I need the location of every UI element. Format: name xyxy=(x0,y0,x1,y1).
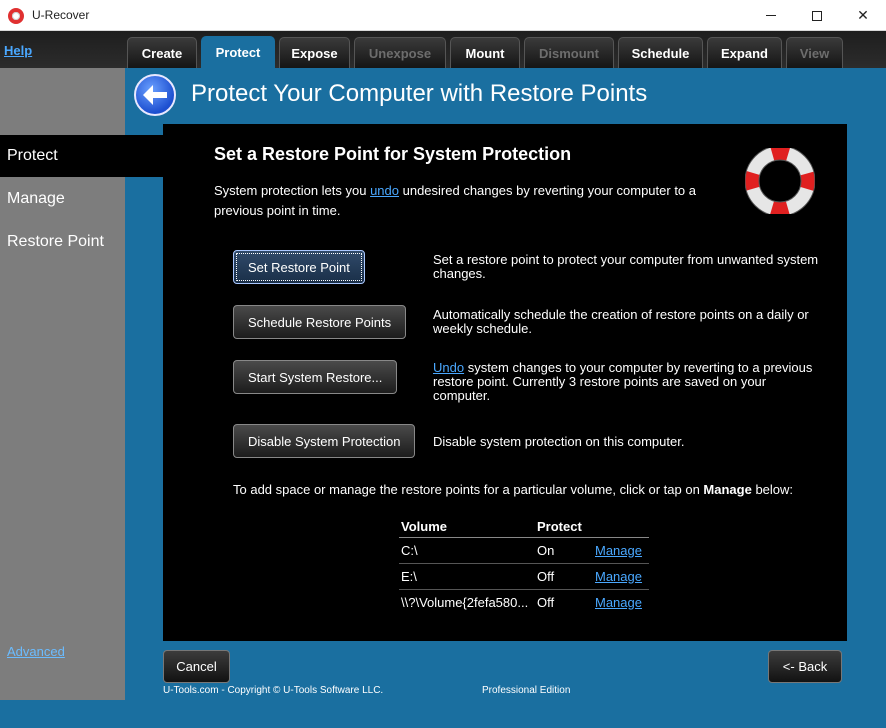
manage-note-pre: To add space or manage the restore point… xyxy=(233,482,704,497)
schedule-restore-points-desc: Automatically schedule the creation of r… xyxy=(433,307,809,336)
close-icon: ✕ xyxy=(857,7,869,24)
schedule-restore-points-button[interactable]: Schedule Restore Points xyxy=(233,305,407,339)
page-title: Protect Your Computer with Restore Point… xyxy=(191,80,648,107)
manage-note: To add space or manage the restore point… xyxy=(233,482,793,497)
tab-bar: Help Create Protect Expose Unexpose Moun… xyxy=(0,31,886,68)
back-arrow-icon xyxy=(143,85,167,105)
sidebar: Protect Manage Restore Point Advanced xyxy=(0,68,163,700)
tab-dismount[interactable]: Dismount xyxy=(524,37,614,68)
manage-link[interactable]: Manage xyxy=(595,543,642,558)
copyright-text: U-Tools.com - Copyright © U-Tools Softwa… xyxy=(163,685,384,696)
back-button[interactable]: <- Back xyxy=(768,650,842,683)
tab-expand[interactable]: Expand xyxy=(707,37,782,68)
tab-unexpose[interactable]: Unexpose xyxy=(354,37,446,68)
volume-cell: \\?\Volume{2fefa580... xyxy=(401,595,529,610)
sidebar-item-protect[interactable]: Protect xyxy=(0,135,163,177)
app-lifebuoy-icon xyxy=(8,8,24,24)
advanced-link[interactable]: Advanced xyxy=(7,644,65,659)
tab-view[interactable]: View xyxy=(786,37,843,68)
sidebar-item-restore-point[interactable]: Restore Point xyxy=(0,221,125,263)
intro-text: System protection lets you undo undesire… xyxy=(214,181,734,221)
start-system-restore-button[interactable]: Start System Restore... xyxy=(233,360,398,394)
manage-link[interactable]: Manage xyxy=(595,595,642,610)
undo-link[interactable]: undo xyxy=(370,183,399,198)
protect-cell: Off xyxy=(537,595,555,610)
tab-expose[interactable]: Expose xyxy=(279,37,350,68)
manage-link[interactable]: Manage xyxy=(595,569,642,584)
table-header-row: Volume Protect xyxy=(399,516,649,538)
column-header-volume: Volume xyxy=(401,519,447,534)
close-button[interactable]: ✕ xyxy=(840,0,886,31)
title-bar: U-Recover ✕ xyxy=(0,0,886,31)
volume-table: Volume Protect C:\ On Manage E:\ Off Man… xyxy=(399,516,649,616)
table-row: E:\ Off Manage xyxy=(399,564,649,590)
table-row: C:\ On Manage xyxy=(399,538,649,564)
manage-note-post: below: xyxy=(751,482,794,497)
sidebar-item-manage[interactable]: Manage xyxy=(0,178,125,220)
disable-system-protection-desc: Disable system protection on this comput… xyxy=(433,434,685,449)
lifebuoy-icon xyxy=(745,148,815,214)
intro-pre: System protection lets you xyxy=(214,183,371,198)
protect-cell: Off xyxy=(537,569,555,584)
start-system-restore-desc: Undo system changes to your computer by … xyxy=(433,361,823,403)
protect-cell: On xyxy=(537,543,555,558)
tab-mount[interactable]: Mount xyxy=(450,37,520,68)
volume-cell: C:\ xyxy=(401,543,418,558)
maximize-button[interactable] xyxy=(794,0,840,31)
set-restore-point-desc: Set a restore point to protect your comp… xyxy=(433,252,819,281)
volume-cell: E:\ xyxy=(401,569,417,584)
cancel-button[interactable]: Cancel xyxy=(163,650,230,683)
edition-text: Professional Edition xyxy=(482,685,571,696)
disable-system-protection-button[interactable]: Disable System Protection xyxy=(233,424,416,458)
help-link[interactable]: Help xyxy=(4,43,32,58)
manage-note-bold: Manage xyxy=(703,482,752,497)
maximize-icon xyxy=(812,10,822,21)
set-restore-point-button[interactable]: Set Restore Point xyxy=(233,250,365,284)
window-title: U-Recover xyxy=(32,8,90,22)
minimize-button[interactable] xyxy=(748,0,794,31)
panel-title: Set a Restore Point for System Protectio… xyxy=(214,144,572,164)
tab-schedule[interactable]: Schedule xyxy=(618,37,703,68)
column-header-protect: Protect xyxy=(537,519,582,534)
minimize-icon xyxy=(766,15,776,16)
main-panel: Set a Restore Point for System Protectio… xyxy=(163,124,847,641)
tab-create[interactable]: Create xyxy=(127,37,197,68)
start-system-restore-desc-text: system changes to your computer by rever… xyxy=(433,360,813,403)
table-row: \\?\Volume{2fefa580... Off Manage xyxy=(399,590,649,616)
back-arrow-button[interactable] xyxy=(134,74,176,116)
tab-protect[interactable]: Protect xyxy=(201,36,275,68)
undo-changes-link[interactable]: Undo xyxy=(433,360,464,375)
